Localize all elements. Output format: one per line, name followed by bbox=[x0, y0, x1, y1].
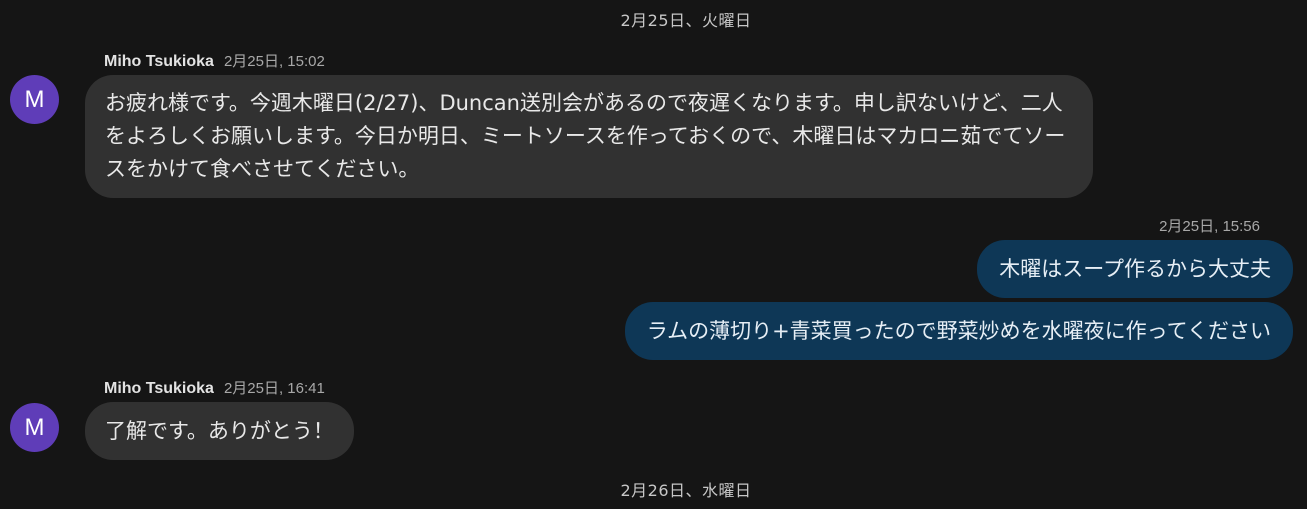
message-timestamp: 2月25日, 16:41 bbox=[223, 380, 325, 397]
date-divider: 2月25日、火曜日 bbox=[620, 11, 752, 30]
message-header: Miho Tsukioka 2月25日, 16:41 bbox=[104, 377, 325, 398]
sender-name[interactable]: Miho Tsukioka bbox=[104, 53, 214, 70]
message-header: Miho Tsukioka 2月25日, 15:02 bbox=[104, 50, 325, 71]
outgoing-message-bubble[interactable]: 木曜はスープ作るから大丈夫 bbox=[977, 240, 1293, 298]
avatar[interactable]: M bbox=[10, 75, 59, 124]
sender-name[interactable]: Miho Tsukioka bbox=[104, 380, 214, 397]
outgoing-message-bubble[interactable]: ラムの薄切り+青菜買ったので野菜炒めを水曜夜に作ってください bbox=[624, 302, 1293, 360]
incoming-message-bubble[interactable]: 了解です。ありがとう！ bbox=[85, 402, 354, 460]
message-timestamp: 2月25日, 15:02 bbox=[223, 53, 325, 70]
message-timestamp: 2月25日, 15:56 bbox=[1159, 218, 1260, 235]
avatar[interactable]: M bbox=[10, 403, 59, 452]
date-divider: 2月26日、水曜日 bbox=[620, 481, 752, 500]
incoming-message-bubble[interactable]: お疲れ様です。今週木曜日(2/27)、Duncan送別会があるので夜遅くなります… bbox=[85, 75, 1093, 198]
